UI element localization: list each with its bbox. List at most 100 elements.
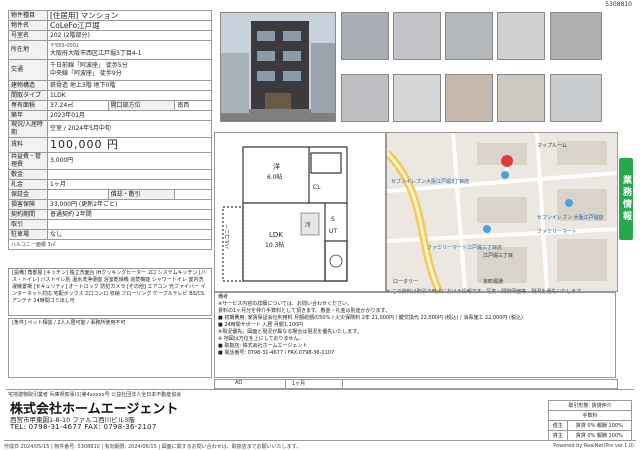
traffic-label: 交通 xyxy=(8,59,48,81)
rent-value: 100,000 円 xyxy=(47,137,212,153)
parking-label: 駐車場 xyxy=(8,229,48,240)
floor-plan-drawing: 洋 6.0帖 CL LDK 10.3帖 バルコニー UT S 冷 xyxy=(222,146,348,282)
ut-label: UT xyxy=(329,228,337,235)
shokyaku-label: 償却・敷引 xyxy=(107,189,176,200)
hoshou-label: 保証金 xyxy=(8,189,48,200)
transaction-label: 取引 xyxy=(8,219,48,230)
mgmt-label: 共益費・管理費 xyxy=(8,152,48,170)
hoshou-value xyxy=(47,189,109,200)
ldk-size: 10.3帖 xyxy=(265,241,284,249)
direction-value: 南西 xyxy=(174,100,212,111)
property-table: 物件種目 [住居用] マンション 物件名 CoLeFo江戸堀 号室名 202 (… xyxy=(8,10,212,250)
parking-value: なし xyxy=(47,229,212,240)
notes-line-7: ■ 取扱店: 株式会社ホームエージェント xyxy=(218,343,308,349)
area-map: マップルーム セブンイレブン大阪江戸堀3丁目店 ファミリーマート江戸堀三丁目店 … xyxy=(386,132,618,292)
floor-plan: 洋 6.0帖 CL LDK 10.3帖 バルコニー UT S 冷 xyxy=(214,132,386,292)
photo-thumb-1 xyxy=(341,12,389,60)
structure-value: 鉄骨造 地上3階 地下0階 xyxy=(47,80,212,91)
ad-row: AD 1ヶ月 xyxy=(214,379,618,389)
building-image xyxy=(221,13,335,121)
notes-line-8: ■ 電話番号: 0798-31-4677 / FAX 0798-36-2107 xyxy=(218,350,335,356)
structure-label: 建物構造 xyxy=(8,80,48,91)
address-cell: 〒550-0002 大阪府大阪市西区江戸堀3丁目4-1 xyxy=(47,40,212,60)
name-value: CoLeFo江戸堀 xyxy=(47,20,212,31)
photo-thumb-8 xyxy=(445,74,493,122)
map-label-e: 江戸堀三丁目 xyxy=(483,252,513,259)
notes-box: 備考 ※サービス内容の詳細については、お問い合わせください。 賃料の1ヶ月分を仲… xyxy=(214,292,616,378)
notes-line-3: ■ 初期費用: 家賃保証会社利用料 月額総額の50% / 火災保険料 2年 21… xyxy=(218,315,523,321)
conditions-box: [条件] ペット相談 / 2人入居可能 / 事務所使用不可 xyxy=(8,318,212,378)
notes-line-2: 賃料の1ヶ月分を仲介手数料として頂きます。敷金・礼金は別途かかります。 xyxy=(218,308,391,314)
room1-label: 洋 xyxy=(273,162,280,171)
company-license: 宅地建物取引業者 兵庫県知事(1)第4xxxxx号 公益社団法人全日本不動産協会 xyxy=(8,392,182,398)
mgmt-value: 3,000円 xyxy=(47,152,212,170)
key-money-label: 礼金 xyxy=(8,179,48,190)
room1-size: 6.0帖 xyxy=(267,173,283,181)
transaction-value xyxy=(47,219,212,230)
address-label: 所在地 xyxy=(8,40,48,60)
footer-divider xyxy=(4,440,636,441)
photo-thumb-7 xyxy=(393,74,441,122)
name-label: 物件名 xyxy=(8,20,48,31)
balcony-area: バルコニー面積 3㎡ xyxy=(8,239,212,250)
fee-row2-label: 貸主 xyxy=(548,430,568,441)
ad-label: AD xyxy=(215,380,286,388)
traffic-line-1: 千日前線「阿波座」 徒歩5分 xyxy=(50,62,128,69)
layout-label: 間取タイプ xyxy=(8,90,48,101)
map-label-a: マップルーム xyxy=(537,143,567,149)
fee-table: 取引形態: 賃貸仲介 手数料 借主 賃貸 0% 報酬 100% 貸主 賃貸 0% 報… xyxy=(548,400,633,441)
area-value: 37.24㎡ xyxy=(47,100,109,111)
ad-value: 1ヶ月 xyxy=(286,380,343,388)
photo-thumb-9 xyxy=(497,74,545,122)
balcony-label: バルコニー xyxy=(225,224,231,249)
rent-label: 賃料 xyxy=(8,137,48,153)
status-label: 現況/入居時期 xyxy=(8,120,48,138)
fee-header: 取引形態: 賃貸仲介 xyxy=(548,400,632,411)
notes-line-1: ※サービス内容の詳細については、お問い合わせください。 xyxy=(218,301,352,307)
room-label: 号室名 xyxy=(8,30,48,41)
shokyaku-value xyxy=(174,189,212,200)
business-info-tab[interactable]: 業務情報 xyxy=(619,158,633,240)
footer-text: 作成日 2024/05/15 | 物件番号: 5308810 | 有効期限: 2… xyxy=(4,444,302,450)
building-exterior-photo xyxy=(220,12,336,122)
direction-label: 開口部方位 xyxy=(107,100,176,111)
traffic-line-2: 中央線「阿波座」 徒歩9分 xyxy=(50,70,122,77)
map-label-b: セブンイレブン大阪江戸堀3丁目店 xyxy=(391,178,469,185)
map-label-h: ロータリー xyxy=(393,278,418,285)
equipment-text: [設備] 角部屋 [キッチン] 独立洗面台 IHクッキングヒーター 2口 システ… xyxy=(12,270,206,304)
status-value: 空室 / 2024年5月中旬 xyxy=(47,120,212,138)
deposit-value xyxy=(47,169,212,180)
photo-thumb-4 xyxy=(497,12,545,60)
map-label-f: ファミリーマート xyxy=(537,229,577,235)
layout-value: 1LDK xyxy=(47,90,212,101)
photo-thumb-5 xyxy=(550,12,602,60)
key-money-value: 1ヶ月 xyxy=(47,179,212,190)
photo-thumb-10 xyxy=(550,74,602,122)
ldk-label: LDK xyxy=(269,231,283,239)
contract-label: 契約期間 xyxy=(8,209,48,220)
built-value: 2023年01月 xyxy=(47,110,212,121)
notes-line-6: ※ 地図は方位を上にしておりません。 xyxy=(218,336,304,342)
closet-label: CL xyxy=(313,184,321,191)
traffic-cell: 千日前線「阿波座」 徒歩5分 中央線「阿波座」 徒歩9分 xyxy=(47,59,212,81)
divider xyxy=(6,389,634,390)
fee-row1-value: 賃貸 0% 報酬 100% xyxy=(566,420,633,431)
map-drawing: マップルーム セブンイレブン大阪江戸堀3丁目店 ファミリーマート江戸堀三丁目店 … xyxy=(387,133,617,291)
insurance-value: 33,000円 (更新2年ごと) xyxy=(47,199,212,210)
fridge-label: 冷 xyxy=(305,221,311,229)
shelf-label: S xyxy=(331,216,335,223)
fee-row2-value: 賃貸 0% 報酬 100% xyxy=(566,430,633,441)
map-label-d: セブンイレブン 大阪江戸堀店 xyxy=(537,214,604,221)
company-tel: TEL: 0798-31-4677 FAX: 0798-36-2107 xyxy=(10,423,157,431)
type-value: [住居用] マンション xyxy=(47,10,212,21)
photo-thumb-3 xyxy=(445,12,493,60)
photo-thumb-2 xyxy=(393,12,441,60)
equipment-box: [設備] 角部屋 [キッチン] 独立洗面台 IHクッキングヒーター 2口 システ… xyxy=(8,268,212,316)
notes-line-4: ■ 24時間サポート 入居 月額1,100円 xyxy=(218,322,304,328)
notes-title: 備考 xyxy=(218,294,229,300)
built-label: 築年 xyxy=(8,110,48,121)
sheet-id: 5308810 xyxy=(605,1,632,8)
area-label: 専有面積 xyxy=(8,100,48,111)
address-value: 大阪府大阪市西区江戸堀3丁目4-1 xyxy=(50,50,142,57)
photo-thumb-6 xyxy=(341,74,389,122)
